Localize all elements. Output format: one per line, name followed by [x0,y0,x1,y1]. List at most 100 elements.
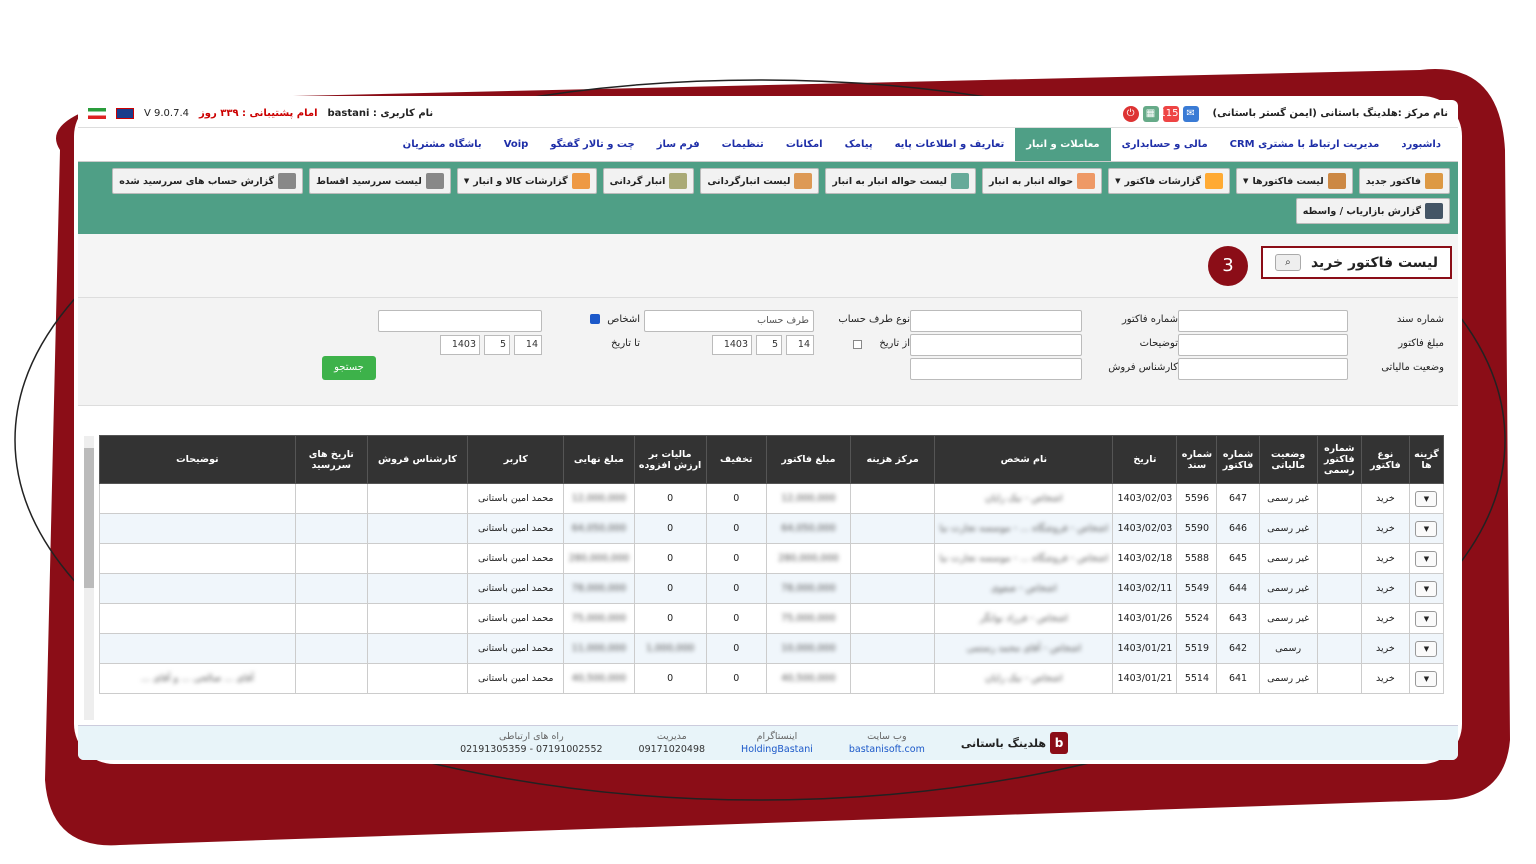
column-header[interactable]: شماره سند [1176,435,1218,484]
account-select[interactable]: طرف حساب [644,310,814,332]
menu-item-6[interactable]: امکانات [775,128,834,161]
table-cell [1316,543,1362,574]
column-header[interactable]: تاریخ [1112,435,1178,484]
table-cell: 5549 [1176,573,1218,604]
toolbar-button-5[interactable]: لیست انبارگردانی [700,168,820,194]
cell-tax: غیر رسمی [1267,553,1310,564]
menu-item-2[interactable]: مالی و حسابداری [1111,128,1219,161]
from-date-checkbox[interactable] [853,340,862,349]
desc-input[interactable] [910,334,1082,356]
column-header[interactable]: نام شخص [934,435,1114,484]
menu-item-9[interactable]: چت و تالار گفتگو [539,128,645,161]
column-header[interactable]: تاریخ های سررسید [294,435,368,484]
doc-no-input[interactable] [1178,310,1348,332]
persons-checkbox[interactable] [590,314,600,324]
menu-item-10[interactable]: Voip [493,128,540,161]
table-cell [1316,513,1362,544]
from-day-select[interactable]: 14 [786,335,814,355]
table-cell: اشخاص - فروشگاه ... - موسسه تجارت نیا [934,543,1114,574]
toolbar-button-10[interactable]: گزارش بازاریاب / واسطه [1295,198,1450,224]
table-row[interactable]: ▼ خرید غیر رسمی 644 5549 1403/02/11 اشخاص - صف… [99,573,1445,604]
invoice-no-input[interactable] [910,310,1082,332]
toolbar-label-5: لیست انبارگردانی [707,175,791,187]
power-icon[interactable]: ⏻ [1122,105,1139,122]
column-header[interactable]: کاربر [467,435,565,484]
menu-item-8[interactable]: فرم ساز [646,128,711,161]
flag-uk-icon[interactable] [116,108,134,119]
table-row[interactable]: ▼ خرید غیر رسمی 643 5524 1403/01/26 اشخاص - فر… [99,603,1445,634]
menu-item-11[interactable]: باشگاه مشتریان [392,128,493,161]
toolbar-button-8[interactable]: لیست سررسید اقساط [309,168,451,194]
menu-item-5[interactable]: پیامک [834,128,884,161]
cell-user: محمد امین باستانی [478,523,554,534]
column-header[interactable]: توضیحات [99,435,296,484]
column-header[interactable]: شماره فاکتور [1216,435,1260,484]
from-year-select[interactable]: 1403 [712,335,752,355]
cell-vat: 0 [667,673,674,684]
column-header[interactable]: نوع فاکتور [1360,435,1410,484]
table-cell: محمد امین باستانی [467,573,565,604]
cell-disc: 0 [733,523,740,534]
search-button[interactable]: جستجو [322,356,376,380]
row-options-button[interactable]: ▼ [1415,610,1438,627]
to-day-select[interactable]: 14 [514,335,542,355]
toolbar-button-1[interactable]: لیست فاکتورها ▼ [1236,168,1353,194]
to-month-select[interactable]: 5 [484,335,510,355]
notification-badge[interactable]: 115 [1159,105,1179,122]
amount-input[interactable] [1178,334,1348,356]
toolbar-button-3[interactable]: حواله انبار به انبار [981,168,1103,194]
menu-item-4[interactable]: تعاریف و اطلاعات پایه [884,128,1016,161]
row-options-button[interactable]: ▼ [1415,640,1438,657]
column-header[interactable]: تخفیف [705,435,767,484]
persons-select[interactable] [378,310,542,332]
table-row[interactable]: ▼ خرید غیر رسمی 641 5514 1403/01/21 اشخاص - نی… [99,663,1445,694]
cell-user: محمد امین باستانی [478,553,554,564]
column-header[interactable]: مبلغ فاکتور [765,435,852,484]
tax-status-select[interactable] [1178,358,1348,380]
table-cell [294,573,368,604]
menu-item-7[interactable]: تنظیمات [711,128,775,161]
column-header[interactable]: شماره فاکتور رسمی [1316,435,1362,484]
brand-logo-icon: b [1050,732,1068,754]
table-cell [850,663,936,694]
table-row[interactable]: ▼ خرید غیر رسمی 645 5588 1403/02/18 اشخاص - فر… [99,543,1445,574]
calendar-icon[interactable]: ▦ [1142,105,1159,122]
table-cell: 64,050,000 [563,513,635,544]
website-link[interactable]: bastanisoft.com [849,744,925,755]
toolbar-button-4[interactable]: لیست حواله انبار به انبار [825,168,976,194]
column-header[interactable]: مالیات بر ارزش افزوده [633,435,707,484]
menu-item-0[interactable]: داشبورد [1390,128,1452,161]
cell-final: 12,000,000 [571,493,627,504]
sales-expert-select[interactable] [910,358,1082,380]
row-options-button[interactable]: ▼ [1415,520,1438,537]
column-header[interactable]: وضعیت مالیاتی [1258,435,1318,484]
from-month-select[interactable]: 5 [756,335,782,355]
menu-item-1[interactable]: مدیریت ارتباط با مشتری CRM [1219,128,1391,161]
cell-amount: 12,000,000 [781,493,836,504]
row-options-button[interactable]: ▼ [1415,550,1438,567]
column-header[interactable]: کارشناس فروش [366,435,469,484]
column-header[interactable]: مبلغ نهایی [563,435,635,484]
search-toggle-button[interactable]: ⌕ [1274,254,1301,271]
menu-item-3[interactable]: معاملات و انبار [1015,128,1111,161]
toolbar-button-6[interactable]: انبار گردانی [602,168,695,194]
column-header[interactable]: مرکز هزینه [850,435,936,484]
toolbar-button-7[interactable]: گزارشات کالا و انبار ▼ [456,168,597,194]
table-row[interactable]: ▼ خرید غیر رسمی 647 5596 1403/02/03 اشخاص - نی… [99,483,1445,514]
column-header[interactable]: گزینه ها [1408,435,1445,484]
toolbar-button-2[interactable]: گزارشات فاکتور ▼ [1108,168,1231,194]
table-row[interactable]: ▼ خرید رسمی 642 5519 1403/01/21 اشخاص - آقای م… [99,633,1445,664]
chat-icon[interactable]: ✉ [1182,105,1199,122]
to-year-select[interactable]: 1403 [440,335,480,355]
instagram-link[interactable]: HoldingBastani [741,744,813,755]
table-cell: 5590 [1176,513,1218,544]
toolbar-button-9[interactable]: گزارش حساب های سررسید شده [112,168,304,194]
table-row[interactable]: ▼ خرید غیر رسمی 646 5590 1403/02/03 اشخاص - فر… [99,513,1445,544]
row-options-button[interactable]: ▼ [1415,490,1438,507]
row-options-button[interactable]: ▼ [1415,670,1438,687]
toolbar-button-0[interactable]: فاکتور جدید [1358,168,1450,194]
row-options-button[interactable]: ▼ [1415,580,1438,597]
step-marker: 3 [1208,246,1248,286]
flag-iran-icon[interactable] [88,108,106,119]
cell-type: خرید [1375,643,1395,654]
